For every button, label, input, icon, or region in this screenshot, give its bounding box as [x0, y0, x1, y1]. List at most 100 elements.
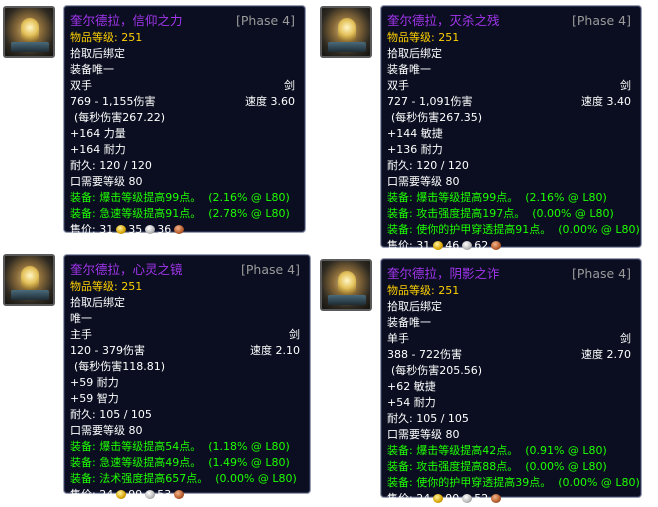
item-tooltip: 奎尔德拉，信仰之力 [Phase 4] 物品等级: 251 拾取后绑定 装备唯一 … — [63, 5, 306, 236]
weapon-speed: 速度 3.40 — [581, 95, 631, 108]
weapon-type: 剑 — [620, 332, 631, 345]
copper-coin-icon — [491, 241, 502, 250]
durability-text: 耐久: 120 / 120 — [70, 159, 152, 172]
damage-range: 388 - 722伤害 — [387, 348, 462, 361]
equip-effect: 装备: 爆击等级提高54点。 — [70, 440, 202, 453]
gold-amount: 31 — [416, 239, 431, 252]
slot-type: 双手 — [387, 79, 409, 92]
silver-coin-icon — [145, 490, 156, 499]
phase-label: [Phase 4] — [571, 13, 631, 28]
copper-coin-icon — [491, 494, 502, 503]
durability-text: 耐久: 105 / 105 — [70, 408, 152, 421]
silver-coin-icon — [462, 241, 473, 250]
required-level: 口需要等级 80 — [387, 428, 460, 441]
damage-range: 769 - 1,155伤害 — [70, 95, 156, 108]
item-name: 奎尔德拉，心灵之镜 — [70, 262, 183, 277]
damage-range: 727 - 1,091伤害 — [387, 95, 473, 108]
weapon-type: 剑 — [620, 79, 631, 92]
copper-coin-icon — [174, 225, 185, 234]
gold-amount: 24 — [99, 488, 114, 501]
weapon-type: 剑 — [284, 79, 295, 92]
slot-type: 单手 — [387, 332, 409, 345]
equip-effect: 装备: 急速等级提高49点。 — [70, 456, 202, 469]
equip-effect: 装备: 爆击等级提高99点。 — [70, 191, 202, 204]
durability-text: 耐久: 120 / 120 — [387, 159, 469, 172]
item-tooltip: 奎尔德拉，心灵之镜 [Phase 4] 物品等级: 251 拾取后绑定 唯一 主手… — [63, 254, 311, 501]
equip-effect: 装备: 急速等级提高91点。 — [70, 207, 202, 220]
durability-text: 耐久: 105 / 105 — [387, 412, 469, 425]
stat-line: +59 智力 — [70, 392, 119, 405]
item-name: 奎尔德拉，阴影之诈 — [387, 266, 500, 281]
bind-text: 拾取后绑定 — [70, 296, 125, 309]
equip-effect-percent: (2.16% @ L80) — [525, 191, 607, 204]
stat-line: +144 敏捷 — [387, 127, 443, 140]
unique-text: 唯一 — [70, 312, 92, 325]
equip-effect-percent: (0.00% @ L80) — [558, 223, 640, 236]
bind-text: 拾取后绑定 — [70, 47, 125, 60]
item-tooltip: 奎尔德拉，灭杀之残 [Phase 4] 物品等级: 251 拾取后绑定 装备唯一 … — [380, 5, 642, 252]
sell-price: 售价: 24 99 53 — [70, 487, 304, 503]
gold-coin-icon — [433, 494, 444, 503]
unique-text: 装备唯一 — [70, 63, 114, 76]
equip-effect-percent: (0.91% @ L80) — [525, 444, 607, 457]
phase-label: [Phase 4] — [240, 262, 300, 277]
silver-amount: 99 — [128, 488, 143, 501]
equip-effect-percent: (1.49% @ L80) — [208, 456, 290, 469]
weapon-type: 剑 — [289, 328, 300, 341]
sell-label: 售价: — [70, 223, 96, 236]
stat-line: +136 耐力 — [387, 143, 443, 156]
silver-coin-icon — [462, 494, 473, 503]
sell-price: 售价: 24 90 52 — [387, 491, 635, 507]
item-level: 物品等级: 251 — [70, 31, 143, 44]
equip-effect-percent: (0.00% @ L80) — [558, 476, 640, 489]
gold-amount: 31 — [99, 223, 114, 236]
sell-label: 售价: — [387, 492, 413, 505]
item-icon-quel-delar-cunning — [320, 259, 372, 311]
required-level: 口需要等级 80 — [70, 424, 143, 437]
equip-effect: 装备: 攻击强度提高197点。 — [387, 207, 526, 220]
equip-effect-percent: (0.00% @ L80) — [532, 207, 614, 220]
stat-line: +62 敏捷 — [387, 380, 436, 393]
gold-coin-icon — [433, 241, 444, 250]
item-icon-quel-delar-lethality — [320, 6, 372, 58]
sell-label: 售价: — [387, 239, 413, 252]
weapon-speed: 速度 2.10 — [250, 344, 300, 357]
phase-label: [Phase 4] — [235, 13, 295, 28]
gold-amount: 24 — [416, 492, 431, 505]
phase-label: [Phase 4] — [571, 266, 631, 281]
item-level: 物品等级: 251 — [387, 31, 460, 44]
unique-text: 装备唯一 — [387, 63, 431, 76]
equip-effect: 装备: 爆击等级提高42点。 — [387, 444, 519, 457]
dps-text: (每秒伤害118.81) — [74, 360, 166, 373]
stat-line: +164 力量 — [70, 127, 126, 140]
stat-line: +164 耐力 — [70, 143, 126, 156]
dps-text: (每秒伤害205.56) — [391, 364, 483, 377]
equip-effect-percent: (0.00% @ L80) — [215, 472, 297, 485]
required-level: 口需要等级 80 — [387, 175, 460, 188]
copper-amount: 62 — [474, 239, 489, 252]
gold-coin-icon — [116, 225, 127, 234]
copper-coin-icon — [174, 490, 185, 499]
item-level: 物品等级: 251 — [70, 280, 143, 293]
bind-text: 拾取后绑定 — [387, 300, 442, 313]
required-level: 口需要等级 80 — [70, 175, 143, 188]
equip-effect: 装备: 使你的护甲穿透提高91点。 — [387, 223, 552, 236]
silver-amount: 46 — [445, 239, 460, 252]
sell-price: 售价: 31 35 36 — [70, 222, 299, 238]
weapon-speed: 速度 3.60 — [245, 95, 295, 108]
item-name: 奎尔德拉，灭杀之残 — [387, 13, 500, 28]
damage-range: 120 - 379伤害 — [70, 344, 145, 357]
sell-price: 售价: 31 46 62 — [387, 238, 635, 254]
equip-effect: 装备: 使你的护甲穿透提高39点。 — [387, 476, 552, 489]
item-icon-quel-delar-might — [3, 6, 55, 58]
copper-amount: 36 — [157, 223, 172, 236]
bind-text: 拾取后绑定 — [387, 47, 442, 60]
item-tooltip: 奎尔德拉，阴影之诈 [Phase 4] 物品等级: 251 拾取后绑定 装备唯一 … — [380, 258, 642, 505]
weapon-speed: 速度 2.70 — [581, 348, 631, 361]
stat-line: +59 耐力 — [70, 376, 119, 389]
equip-effect-percent: (2.78% @ L80) — [208, 207, 290, 220]
item-icon-quel-delar-mind — [3, 254, 55, 306]
equip-effect-percent: (2.16% @ L80) — [208, 191, 290, 204]
copper-amount: 52 — [474, 492, 489, 505]
equip-effect: 装备: 爆击等级提高99点。 — [387, 191, 519, 204]
